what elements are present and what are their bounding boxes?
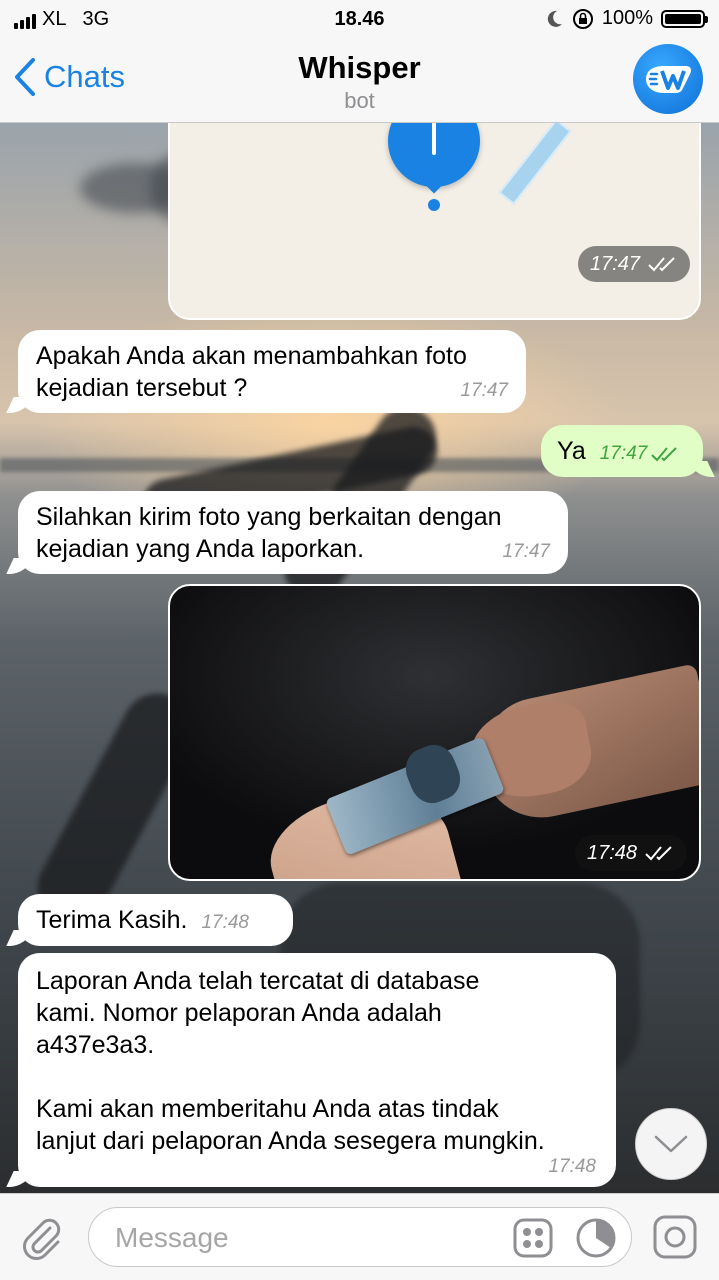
double-check-icon [648, 257, 675, 272]
camera-icon [653, 1215, 697, 1259]
timer-icon [576, 1218, 616, 1258]
message-text: kami. Nomor pelaporan Anda adalah [36, 999, 442, 1027]
message-field[interactable] [88, 1207, 632, 1267]
message-text: Kami akan memberitahu Anda atas tindak [36, 1095, 499, 1123]
message-text: Apakah Anda akan menambahkan foto [36, 342, 467, 370]
message-text: a437e3a3. [36, 1031, 155, 1059]
message-text: kejadian tersebut ? [36, 374, 248, 402]
message-input[interactable] [113, 1216, 497, 1260]
message-text: Laporan Anda telah tercatat di database [36, 967, 480, 995]
pin-location-dot [428, 199, 440, 211]
battery-label: 100% [601, 7, 653, 29]
chat-subtitle: bot [344, 88, 375, 113]
stickers-button[interactable] [513, 1218, 553, 1263]
attach-button[interactable] [18, 1214, 64, 1265]
chat-area[interactable]: 17:47 Apakah Anda akan menambahkan foto … [0, 123, 719, 1193]
message-time: 17:48 [587, 841, 638, 864]
self-destruct-timer-button[interactable] [575, 1217, 617, 1264]
outgoing-message[interactable]: Ya 17:47 [541, 425, 703, 477]
incoming-message[interactable]: Apakah Anda akan menambahkan foto kejadi… [18, 330, 526, 413]
message-time: 17:47 [599, 443, 648, 464]
map-road [498, 123, 572, 206]
nav-bar: Chats Whisper bot [0, 40, 719, 123]
message-time: 17:47 [502, 541, 550, 562]
incoming-message[interactable]: Laporan Anda telah tercatat di database … [18, 953, 616, 1187]
message-time: 17:48 [201, 912, 249, 933]
rotation-lock-icon [572, 8, 593, 29]
message-text: Ya [557, 437, 586, 465]
moon-icon [547, 10, 562, 27]
bot-avatar[interactable] [633, 44, 703, 114]
whisper-logo-icon [646, 66, 691, 93]
message-time: 17:47 [460, 380, 508, 401]
photo-time-pill: 17:48 [575, 835, 688, 871]
status-bar: XL 3G 18.46 100% [0, 0, 719, 40]
location-message[interactable]: 17:47 [168, 123, 701, 320]
message-text: Silahkan kirim foto yang berkaitan denga… [36, 503, 502, 531]
message-time: 17:47 [590, 252, 641, 275]
camera-button[interactable] [652, 1214, 698, 1265]
location-time-pill: 17:47 [578, 246, 691, 282]
message-text: kejadian yang Anda laporkan. [36, 535, 365, 563]
message-text: Terima Kasih. [36, 906, 188, 934]
scroll-down-button[interactable] [635, 1108, 707, 1180]
status-right: 100% [544, 7, 708, 30]
incoming-message[interactable]: Silahkan kirim foto yang berkaitan denga… [18, 491, 568, 574]
battery-icon [661, 9, 708, 28]
double-check-icon [645, 846, 672, 861]
sticker-icon [513, 1218, 553, 1258]
chevron-down-icon [654, 1135, 688, 1153]
chat-title[interactable]: Whisper [0, 50, 719, 86]
photo-message[interactable]: 17:48 [168, 584, 701, 881]
message-time: 17:48 [548, 1156, 596, 1177]
message-input-bar [0, 1193, 719, 1280]
double-check-icon [651, 447, 677, 462]
paperclip-icon [23, 1218, 61, 1260]
message-text: lanjut dari pelaporan Anda sesegera mung… [36, 1127, 545, 1155]
incoming-message[interactable]: Terima Kasih. 17:48 [18, 894, 293, 946]
